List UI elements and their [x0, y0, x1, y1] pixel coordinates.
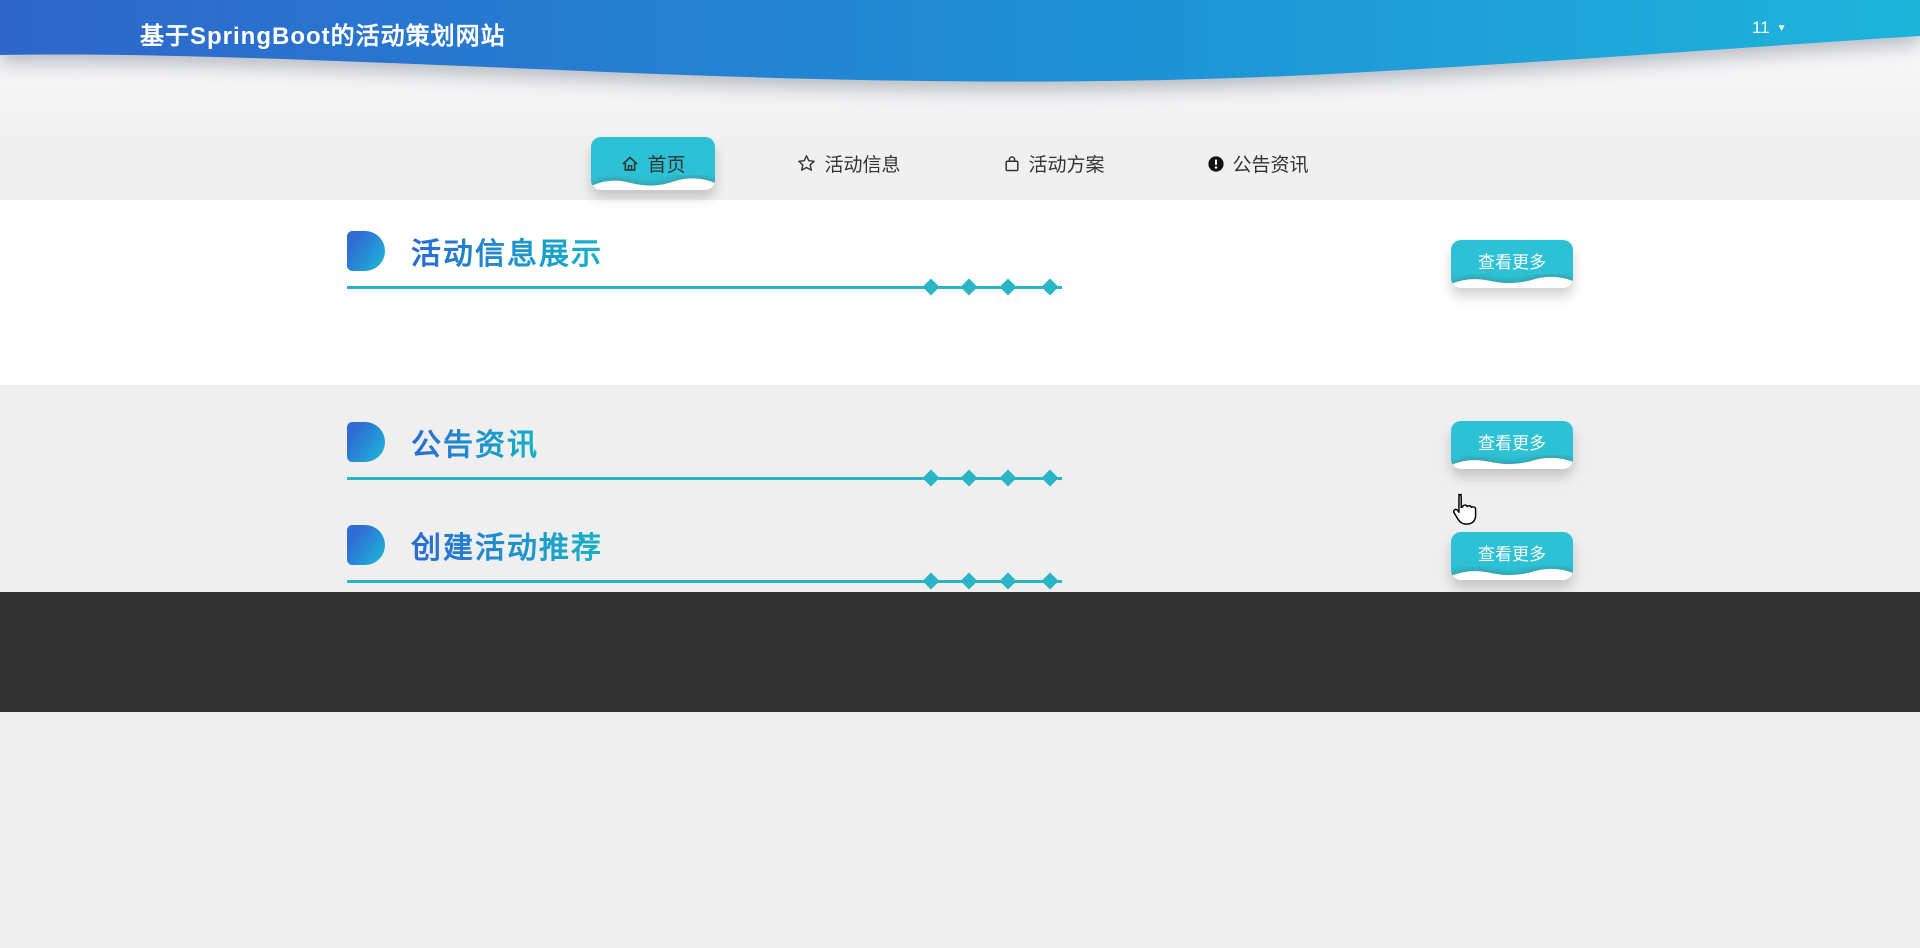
- tab-activity-plan-label: 活动方案: [1028, 155, 1105, 176]
- section-activity-info: 活动信息展示 查看更多: [0, 200, 1920, 385]
- tab-activity-plan[interactable]: 活动方案: [983, 137, 1125, 190]
- user-dropdown[interactable]: 11 ▼: [1752, 18, 1787, 38]
- page-title: 基于SpringBoot的活动策划网站: [140, 23, 506, 50]
- home-icon: [622, 155, 639, 171]
- tab-home-label: 首页: [647, 155, 686, 176]
- tab-announcements[interactable]: 公告资讯: [1187, 137, 1329, 190]
- button-wave-decoration: [1451, 568, 1573, 580]
- info-icon: [1207, 155, 1224, 172]
- section-divider-line: [347, 572, 1062, 590]
- section-decoration-shape: [347, 231, 385, 271]
- main-nav: 首页 活动信息 活动方案 公告资讯: [0, 137, 1920, 195]
- diamond-marker: [1041, 278, 1059, 296]
- tab-announcements-label: 公告资讯: [1232, 155, 1309, 176]
- user-dropdown-label: 11: [1752, 18, 1770, 37]
- section-divider-line: [347, 469, 1062, 487]
- bag-icon: [1004, 155, 1019, 171]
- diamond-marker: [922, 278, 940, 296]
- section-divider-line: [347, 278, 1062, 296]
- section-title: 创建活动推荐: [411, 523, 603, 567]
- diamond-marker: [999, 572, 1017, 590]
- view-more-activity-button[interactable]: 查看更多: [1451, 240, 1573, 288]
- page-footer: [0, 592, 1920, 712]
- view-more-recommend-button[interactable]: 查看更多: [1451, 532, 1573, 580]
- diamond-marker: [960, 278, 978, 296]
- section-decoration-shape: [347, 422, 385, 462]
- diamond-marker: [999, 278, 1017, 296]
- page-header: 基于SpringBoot的活动策划网站 11 ▼ 首页 活动信息 活动方案 公告…: [0, 0, 1920, 200]
- diamond-marker: [922, 572, 940, 590]
- diamond-marker: [1041, 572, 1059, 590]
- tab-wave-decoration: [591, 178, 716, 190]
- diamond-marker: [960, 572, 978, 590]
- chevron-down-icon: ▼: [1776, 23, 1787, 34]
- section-announcements-and-recommend: 公告资讯 查看更多 创建活动推荐 查看更多: [0, 385, 1920, 592]
- section-title: 活动信息展示: [411, 229, 603, 273]
- button-wave-decoration: [1451, 276, 1573, 288]
- tab-activity-info[interactable]: 活动信息: [777, 137, 920, 190]
- button-wave-decoration: [1451, 457, 1573, 469]
- tab-home[interactable]: 首页: [591, 137, 716, 190]
- tab-activity-info-label: 活动信息: [824, 155, 901, 176]
- star-icon: [798, 155, 816, 171]
- view-more-announcements-button[interactable]: 查看更多: [1451, 421, 1573, 469]
- section-title: 公告资讯: [411, 420, 539, 464]
- section-decoration-shape: [347, 525, 385, 565]
